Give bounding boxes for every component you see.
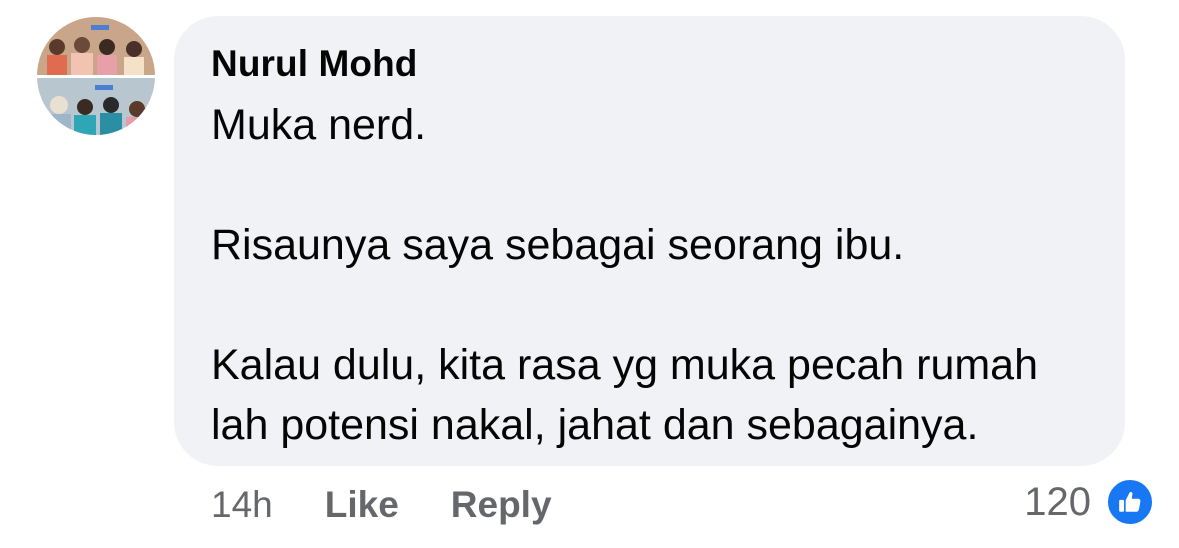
comment-container: Nurul Mohd Muka nerd. Risaunya saya seba… (0, 0, 1179, 548)
reply-button[interactable]: Reply (451, 484, 552, 526)
comment-paragraph: Muka nerd. (211, 101, 427, 149)
timestamp[interactable]: 14h (211, 484, 273, 526)
comment-actions: 14h Like Reply (211, 482, 552, 528)
avatar-photo (37, 17, 155, 135)
thumbs-up-icon (1105, 477, 1155, 527)
reaction-count: 120 (1024, 479, 1091, 524)
comment-bubble: Nurul Mohd Muka nerd. Risaunya saya seba… (174, 16, 1125, 466)
author-name[interactable]: Nurul Mohd (211, 43, 1088, 85)
comment-paragraph: Kalau dulu, kita rasa yg muka pecah ruma… (211, 341, 1039, 449)
like-button[interactable]: Like (325, 484, 399, 526)
reaction-summary[interactable]: 120 (1024, 476, 1155, 528)
thumbs-up-icon-glyph (1119, 491, 1141, 512)
comment-paragraph: Risaunya saya sebagai seorang ibu. (211, 221, 905, 269)
avatar[interactable] (37, 17, 155, 135)
